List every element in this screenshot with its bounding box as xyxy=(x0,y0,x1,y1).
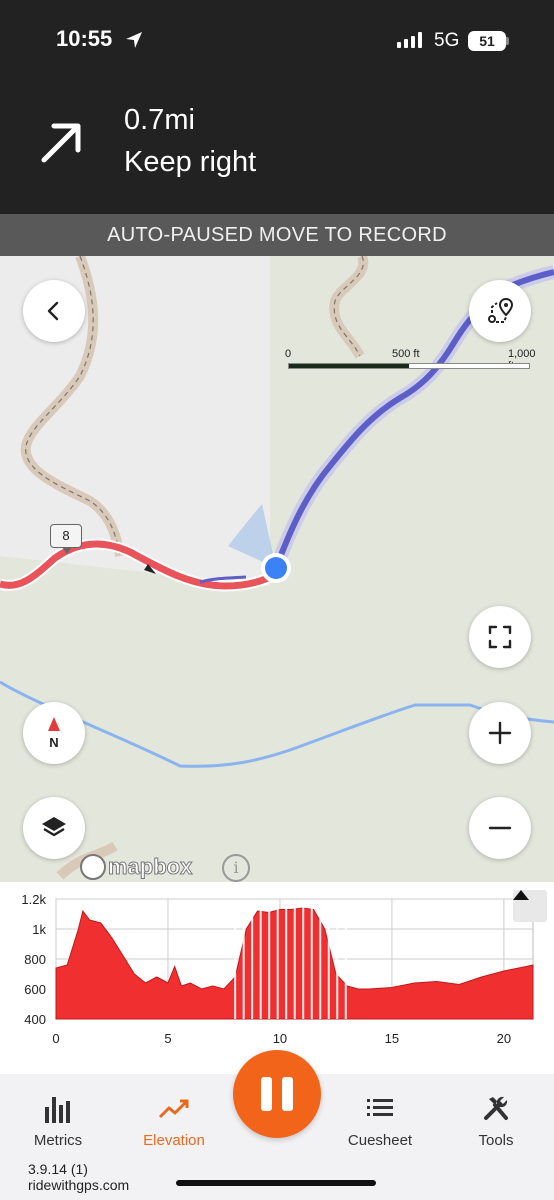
turn-distance: 0.7mi xyxy=(124,104,195,136)
y-tick-label: 1k xyxy=(32,922,46,937)
tab-elevation-label: Elevation xyxy=(143,1132,205,1149)
zoom-out-icon xyxy=(488,826,512,830)
tab-tools[interactable]: Tools xyxy=(474,1092,518,1149)
auto-paused-banner: AUTO-PAUSED MOVE TO RECORD xyxy=(0,214,554,256)
scale-label-0: 0 xyxy=(285,348,292,360)
scale-bar xyxy=(288,363,530,369)
compass-north-label: N xyxy=(49,735,58,750)
battery-icon: 51 xyxy=(468,31,506,51)
zoom-out-button[interactable] xyxy=(469,797,531,859)
zoom-in-icon xyxy=(488,721,512,745)
pause-button[interactable] xyxy=(233,1050,321,1138)
back-icon xyxy=(47,301,59,321)
tab-metrics-label: Metrics xyxy=(33,1132,83,1149)
turn-instruction: Keep right xyxy=(124,146,257,178)
back-button[interactable] xyxy=(23,280,85,342)
tab-metrics[interactable]: Metrics xyxy=(28,1092,88,1149)
app-version: 3.9.14 (1) ridewithgps.com xyxy=(28,1161,129,1193)
y-tick-label: 400 xyxy=(24,1012,46,1027)
zoom-in-button[interactable] xyxy=(469,702,531,764)
x-tick-label: 5 xyxy=(164,1031,171,1046)
compass-icon: N xyxy=(48,717,60,750)
layers-button[interactable] xyxy=(23,797,85,859)
tools-icon xyxy=(484,1096,508,1120)
location-arrow-icon xyxy=(126,32,142,48)
fullscreen-icon xyxy=(488,625,512,649)
x-tick-label: 10 xyxy=(273,1031,287,1046)
triangle-up-icon xyxy=(513,890,529,900)
mapbox-logo: mapbox xyxy=(80,854,193,880)
scale-fill xyxy=(289,364,409,368)
fullscreen-button[interactable] xyxy=(469,606,531,668)
route-overview-button[interactable] xyxy=(469,280,531,342)
list-icon xyxy=(367,1099,393,1116)
trend-up-icon xyxy=(158,1099,189,1119)
x-tick-label: 0 xyxy=(52,1031,59,1046)
info-icon[interactable]: i xyxy=(222,854,250,882)
tab-tools-label: Tools xyxy=(478,1132,514,1149)
home-indicator xyxy=(176,1180,376,1186)
map-view[interactable]: 8 0 500 ft 1,000 ft N xyxy=(0,256,554,882)
layers-icon xyxy=(42,817,66,837)
route-overview-icon xyxy=(488,297,514,323)
mapbox-mark-icon xyxy=(80,854,106,880)
turn-instruction-banner: 0.7mi Keep right xyxy=(0,84,554,214)
version-number: 3.9.14 (1) xyxy=(28,1161,88,1177)
status-bar: 10:55 5G 51 xyxy=(0,0,554,84)
y-tick-label: 800 xyxy=(24,952,46,967)
y-tick-label: 1.2k xyxy=(21,892,46,907)
x-tick-label: 20 xyxy=(497,1031,511,1046)
tab-cuesheet[interactable]: Cuesheet xyxy=(346,1092,414,1149)
arrow-up-right-icon xyxy=(41,123,81,163)
pause-icon-bar xyxy=(261,1077,272,1111)
x-tick-label: 15 xyxy=(385,1031,399,1046)
current-location-dot xyxy=(265,557,287,579)
trail-path xyxy=(329,256,369,359)
compass-button[interactable]: N xyxy=(23,702,85,764)
network-type: 5G xyxy=(434,30,460,51)
tab-cuesheet-label: Cuesheet xyxy=(347,1132,413,1149)
bar-chart-icon xyxy=(45,1097,70,1123)
pause-icon-bar xyxy=(282,1077,293,1111)
collapse-chart-button[interactable] xyxy=(513,890,547,922)
website-link[interactable]: ridewithgps.com xyxy=(28,1177,129,1193)
mapbox-wordmark: mapbox xyxy=(107,854,193,880)
elevation-panel: 1.2k 1k 800 600 400 0 5 10 15 20 xyxy=(0,882,554,1074)
waypoint-marker[interactable]: 8 xyxy=(50,524,82,554)
battery-cap xyxy=(506,37,509,45)
signal-icon xyxy=(397,32,422,48)
clock: 10:55 xyxy=(56,26,113,51)
map-scale: 0 500 ft 1,000 ft xyxy=(280,348,536,378)
elevation-chart[interactable]: 1.2k 1k 800 600 400 0 5 10 15 20 xyxy=(0,882,554,1074)
scale-label-500: 500 ft xyxy=(392,348,420,360)
tab-elevation[interactable]: Elevation xyxy=(140,1092,208,1149)
y-tick-label: 600 xyxy=(24,982,46,997)
